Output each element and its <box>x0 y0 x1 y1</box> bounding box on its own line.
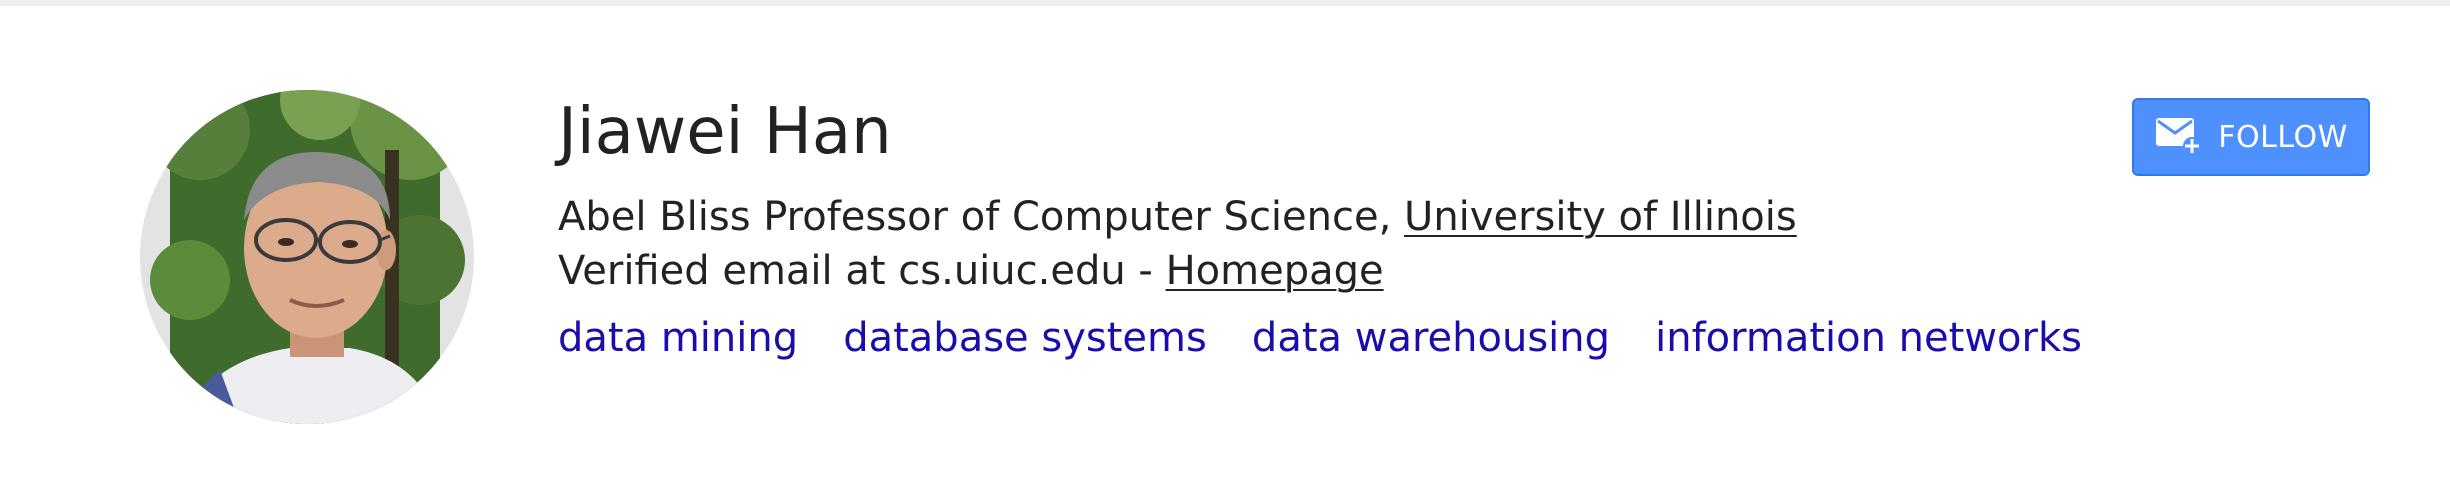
affiliation-title: Abel Bliss Professor of Computer Science… <box>558 194 1405 240</box>
interest-link-database-systems[interactable]: database systems <box>843 315 1207 361</box>
homepage-link[interactable]: Homepage <box>1166 248 1384 294</box>
avatar <box>140 90 474 424</box>
interest-link-data-mining[interactable]: data mining <box>558 315 798 361</box>
affiliation-line: Abel Bliss Professor of Computer Science… <box>558 190 2058 244</box>
affiliation-link[interactable]: University of Illinois <box>1404 194 1797 240</box>
follow-label: FOLLOW <box>2218 119 2348 155</box>
email-line: Verified email at cs.uiuc.edu - Homepage <box>558 244 2058 298</box>
avatar-photo <box>150 90 470 424</box>
interest-link-information-networks[interactable]: information networks <box>1655 315 2082 361</box>
research-interests: data mining database systems data wareho… <box>558 310 2082 366</box>
verified-email-text: Verified email at cs.uiuc.edu - <box>558 248 1166 294</box>
interest-link-data-warehousing[interactable]: data warehousing <box>1252 315 1610 361</box>
mail-plus-icon <box>2154 114 2202 160</box>
follow-button[interactable]: FOLLOW <box>2132 98 2370 176</box>
profile-header: Jiawei Han Abel Bliss Professor of Compu… <box>0 6 2450 496</box>
profile-name: Jiawei Han <box>558 95 892 169</box>
profile-info: Jiawei Han Abel Bliss Professor of Compu… <box>558 92 2082 366</box>
